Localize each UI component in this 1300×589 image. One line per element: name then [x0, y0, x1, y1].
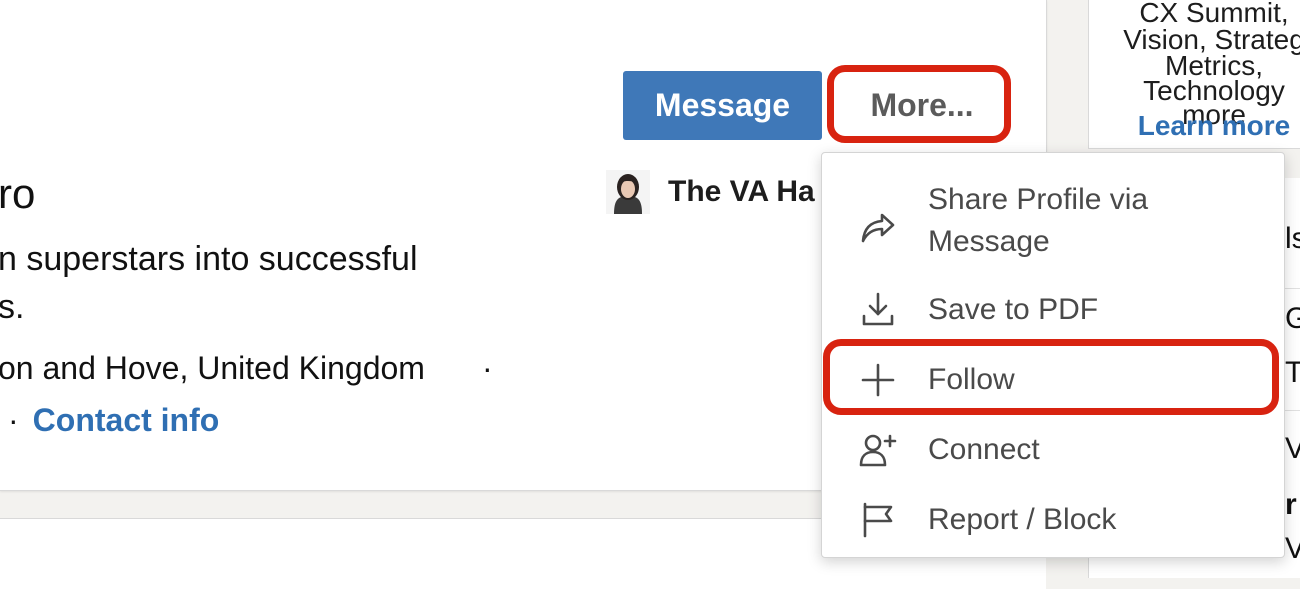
profile-name: ro [0, 170, 36, 217]
profile-headline-line2: s. [0, 288, 25, 326]
profile-headline-line1: n superstars into successful [0, 240, 418, 278]
side-text-fragment: Tr [1285, 356, 1300, 390]
location-separator: · [482, 350, 493, 386]
ad-card: CX Summit, Vision, Strateg Metrics, Tech… [1088, 0, 1300, 149]
flag-icon [856, 498, 900, 542]
company-name: The VA Ha [668, 175, 815, 208]
contact-separator: · [8, 402, 19, 438]
contact-row: · Contact info [8, 402, 219, 439]
add-person-icon [856, 428, 900, 472]
menu-item-save-pdf[interactable]: Save to PDF [822, 285, 1284, 335]
side-text-fragment: ls [1285, 222, 1300, 255]
menu-item-follow[interactable]: Follow [822, 355, 1284, 405]
side-text-fragment: V [1285, 432, 1300, 466]
menu-item-label: Follow [928, 363, 1015, 396]
side-text-fragment: G [1285, 302, 1300, 336]
menu-item-connect[interactable]: Connect [822, 425, 1284, 475]
menu-item-label: Connect [928, 433, 1040, 466]
menu-item-share-profile[interactable]: Share Profile via Message [822, 179, 1284, 275]
share-arrow-icon [856, 205, 900, 249]
ad-line: CX Summit, [1139, 0, 1289, 28]
company-logo [606, 170, 650, 214]
side-text-fragment: Vi [1285, 532, 1300, 566]
more-dropdown-menu: Share Profile via Message Save to PDF Fo… [821, 152, 1285, 558]
plus-icon [856, 358, 900, 402]
menu-item-report-block[interactable]: Report / Block [822, 495, 1284, 545]
profile-location: on and Hove, United Kingdom [0, 350, 425, 386]
menu-item-label: Share Profile via Message [928, 183, 1149, 258]
learn-more-link[interactable]: Learn more [1089, 110, 1300, 142]
side-text-fragment: r [1285, 488, 1297, 521]
more-button[interactable]: More... [838, 71, 1006, 140]
current-company[interactable]: The VA Ha [606, 170, 815, 214]
menu-item-label: Report / Block [928, 503, 1117, 536]
menu-item-label: Save to PDF [928, 293, 1099, 326]
contact-info-link[interactable]: Contact info [33, 402, 220, 438]
message-button[interactable]: Message [623, 71, 822, 140]
download-icon [856, 288, 900, 332]
